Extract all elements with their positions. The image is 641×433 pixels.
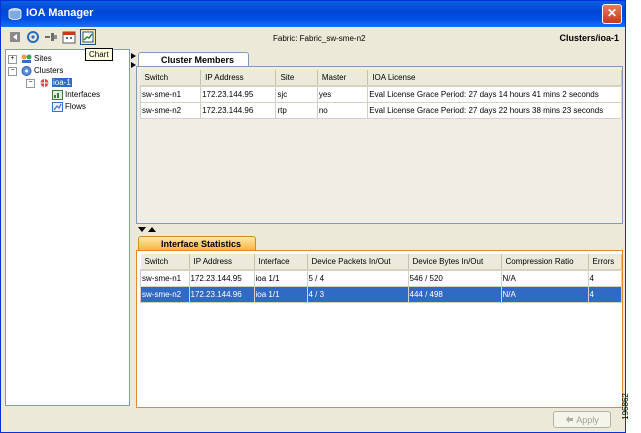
sites-icon	[21, 54, 32, 63]
apply-icon	[566, 416, 574, 423]
column-header[interactable]: Site	[275, 70, 318, 87]
panel-splitter[interactable]	[136, 226, 623, 234]
apply-button[interactable]: Apply	[553, 411, 611, 428]
table-cell: 172.23.144.96	[200, 102, 277, 119]
table-cell: 172.23.144.96	[188, 286, 255, 303]
column-header[interactable]: Switch	[140, 70, 202, 87]
ioa-manager-window: IOA Manager ✕ Chart Fabric: Fabric_sw-sm…	[0, 0, 626, 433]
tree-item-label: ioa-1	[52, 78, 72, 87]
title-bar[interactable]: IOA Manager ✕	[1, 1, 625, 27]
clusters-icon	[21, 65, 32, 76]
calendar-icon[interactable]	[62, 30, 76, 44]
table-cell: 546 / 520	[407, 269, 502, 287]
table-cell: 172.23.144.95	[188, 269, 255, 287]
column-header[interactable]: Interface	[254, 254, 308, 271]
table-row[interactable]: sw-sme-n2 172.23.144.96 rtp no Eval Lice…	[139, 102, 622, 119]
ioa-cluster-icon	[40, 78, 49, 87]
figure-id-text: 196862	[620, 393, 630, 420]
chart-tooltip: Chart	[85, 48, 113, 61]
column-header[interactable]: Compression Ratio	[501, 254, 589, 271]
column-header[interactable]: Errors	[588, 254, 622, 271]
collapse-icon[interactable]: −	[8, 67, 17, 76]
fabric-label: Fabric: Fabric_sw-sme-n2	[273, 34, 366, 43]
table-cell: sw-sme-n1	[139, 85, 202, 103]
table-row[interactable]: sw-sme-n1 172.23.144.95 sjc yes Eval Lic…	[139, 85, 622, 103]
connect-icon[interactable]	[44, 30, 58, 44]
tree-item-flows[interactable]: Flows	[52, 101, 86, 113]
chart-icon[interactable]	[80, 29, 96, 45]
table-cell: ioa 1/1	[253, 286, 308, 303]
table-cell: rtp	[275, 102, 318, 119]
table-cell: sw-sme-n2	[140, 286, 190, 303]
ioa-app-icon	[8, 8, 22, 20]
table-row[interactable]: sw-sme-n1 172.23.144.95 ioa 1/1 5 / 4 54…	[140, 269, 622, 287]
table-cell: 172.23.144.95	[200, 85, 277, 103]
interface-statistics-panel: Switch IP Address Interface Device Packe…	[136, 250, 623, 408]
interfaces-icon	[52, 89, 63, 100]
table-cell: Eval License Grace Period: 27 days 14 ho…	[367, 85, 622, 103]
tree-item-label: Flows	[65, 102, 86, 111]
table-cell: 4 / 3	[306, 286, 409, 303]
table-cell: sjc	[275, 85, 318, 103]
tab-interface-statistics[interactable]: Interface Statistics	[138, 236, 257, 251]
table-cell: sw-sme-n1	[140, 269, 190, 287]
table-cell: yes	[316, 85, 369, 103]
column-header[interactable]: Switch	[140, 254, 190, 271]
tab-cluster-members[interactable]: Cluster Members	[138, 52, 250, 67]
close-button[interactable]: ✕	[602, 4, 622, 24]
breadcrumb: Clusters/ioa-1	[559, 33, 619, 43]
column-header[interactable]: IOA License	[367, 70, 622, 87]
column-header[interactable]: Device Bytes In/Out	[408, 254, 502, 271]
tree-item-label: Sites	[34, 54, 52, 63]
flows-icon	[52, 101, 63, 112]
table-cell: ioa 1/1	[253, 269, 308, 287]
column-header[interactable]: IP Address	[200, 70, 277, 87]
table-cell: 4	[587, 286, 622, 303]
tree-item-interfaces[interactable]: Interfaces	[52, 89, 100, 101]
back-icon[interactable]	[8, 30, 22, 44]
column-header[interactable]: Device Packets In/Out	[307, 254, 409, 271]
table-cell: N/A	[500, 286, 589, 303]
tree-item-label: Clusters	[34, 66, 64, 75]
tree-item-label: Interfaces	[65, 90, 101, 99]
table-cell: 4	[587, 269, 622, 287]
table-cell: sw-sme-n2	[139, 102, 202, 119]
apply-label: Apply	[576, 415, 599, 425]
cluster-members-panel: Switch IP Address Site Master IOA Licens…	[136, 66, 623, 224]
interface-statistics-table: Switch IP Address Interface Device Packe…	[140, 254, 622, 303]
column-header[interactable]: Master	[317, 70, 369, 87]
table-cell: Eval License Grace Period: 27 days 22 ho…	[367, 102, 622, 119]
figure-id: 196862	[620, 388, 641, 428]
expand-icon[interactable]: +	[8, 55, 17, 64]
cluster-members-table: Switch IP Address Site Master IOA Licens…	[139, 70, 622, 119]
collapse-icon[interactable]: −	[26, 79, 35, 88]
table-cell: 5 / 4	[306, 269, 409, 287]
table-cell: no	[316, 102, 369, 119]
navigation-tree: + Sites − Clusters − ioa-1 Interfaces Fl…	[5, 49, 130, 406]
column-header[interactable]: IP Address	[189, 254, 255, 271]
refresh-icon[interactable]	[26, 30, 40, 44]
status-bar	[1, 408, 625, 432]
table-cell: 444 / 498	[407, 286, 502, 303]
table-cell: N/A	[500, 269, 589, 287]
table-row-selected[interactable]: sw-sme-n2 172.23.144.96 ioa 1/1 4 / 3 44…	[140, 286, 622, 303]
window-title: IOA Manager	[26, 7, 94, 19]
